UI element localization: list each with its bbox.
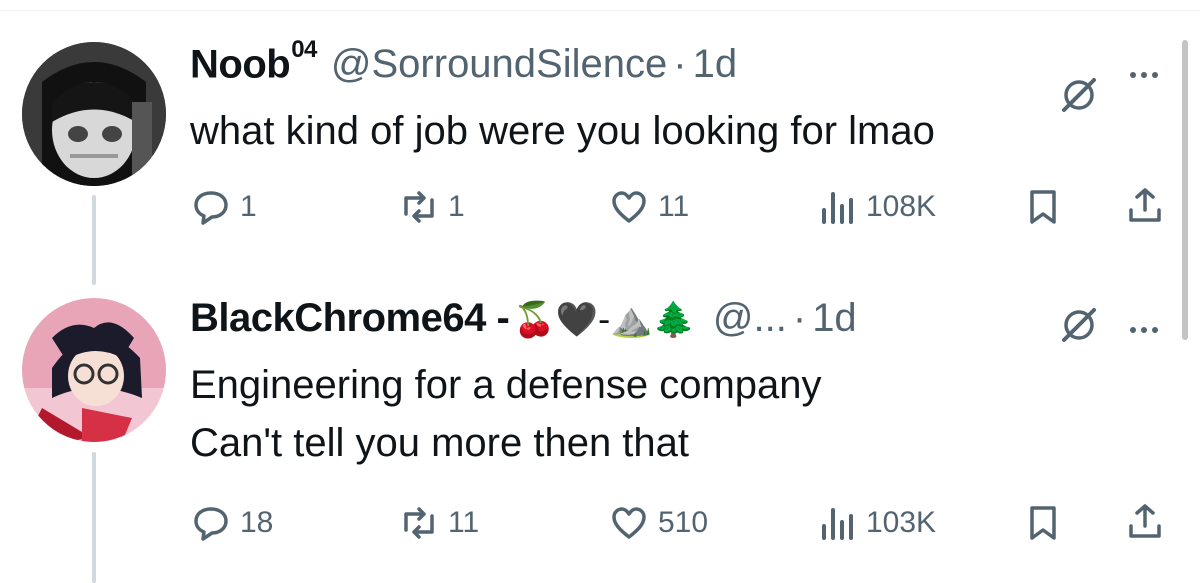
avatar[interactable] (22, 298, 166, 442)
share-button[interactable] (1126, 186, 1164, 232)
repost-button[interactable]: 1 (400, 188, 465, 226)
reply-button[interactable]: 1 (192, 188, 257, 226)
top-divider (0, 0, 1200, 11)
bar-chart-icon (822, 508, 853, 540)
tweet-header: Noob04 @SorroundSilence · 1d (190, 36, 738, 87)
thread-line-bottom (92, 452, 96, 583)
tweet-text-line: Engineering for a defense company (190, 363, 822, 407)
reply-button[interactable]: 18 (192, 504, 273, 542)
views-count: 103K (866, 506, 937, 539)
separator-dot: · (673, 42, 687, 87)
timestamp[interactable]: 1d (693, 42, 738, 87)
avatar[interactable] (22, 42, 166, 186)
separator-dot: · (792, 296, 807, 340)
display-name-emoji: 🍒🖤-⛰️🌲 (513, 300, 695, 340)
heart-icon (612, 191, 646, 223)
speech-bubble-icon (194, 191, 228, 225)
display-name[interactable]: Noob04 (190, 36, 317, 87)
bookmark-icon (1030, 190, 1056, 224)
grok-slash-icon[interactable] (1060, 306, 1098, 344)
share-upload-icon (1129, 188, 1161, 222)
tweet-text: Engineering for a defense company Can't … (190, 356, 822, 472)
views-button[interactable]: 103K (818, 504, 936, 542)
share-button[interactable] (1126, 502, 1164, 548)
bar-chart-icon (822, 192, 853, 224)
more-dots-icon[interactable] (1130, 320, 1163, 338)
views-count: 108K (866, 190, 937, 223)
like-button[interactable]: 510 (610, 504, 708, 542)
tweet-header: BlackChrome64 - 🍒🖤-⛰️🌲 @... · 1d (190, 296, 857, 341)
views-button[interactable]: 108K (818, 188, 936, 226)
tweet-text-line: what kind of job were you looking for lm… (190, 109, 935, 153)
thread-line-top (92, 195, 96, 285)
tweet-text: what kind of job were you looking for lm… (190, 102, 935, 160)
repost-button[interactable]: 11 (400, 504, 479, 542)
more-dots-icon[interactable] (1130, 65, 1163, 83)
like-count: 510 (658, 506, 709, 539)
timestamp[interactable]: 1d (812, 296, 857, 341)
heart-icon (612, 507, 646, 539)
bookmark-button[interactable] (1024, 504, 1062, 550)
reply-count: 1 (240, 190, 257, 223)
share-upload-icon (1129, 504, 1161, 538)
display-name-suffix: 04 (291, 36, 317, 63)
bookmark-icon (1030, 506, 1056, 540)
display-name[interactable]: BlackChrome64 - (190, 296, 510, 341)
repost-count: 11 (448, 506, 480, 539)
repost-arrows-icon (404, 191, 434, 223)
repost-count: 1 (448, 190, 465, 223)
scrollbar[interactable] (1182, 40, 1188, 340)
like-count: 11 (658, 190, 690, 223)
user-handle[interactable]: @... (713, 296, 787, 341)
bookmark-button[interactable] (1024, 188, 1062, 234)
speech-bubble-icon (194, 507, 228, 541)
tweet-text-line: Can't tell you more then that (190, 421, 690, 465)
like-button[interactable]: 11 (610, 188, 689, 226)
reply-count: 18 (240, 506, 274, 539)
grok-slash-icon[interactable] (1060, 76, 1098, 114)
user-handle[interactable]: @SorroundSilence (331, 42, 667, 87)
repost-arrows-icon (404, 507, 434, 539)
